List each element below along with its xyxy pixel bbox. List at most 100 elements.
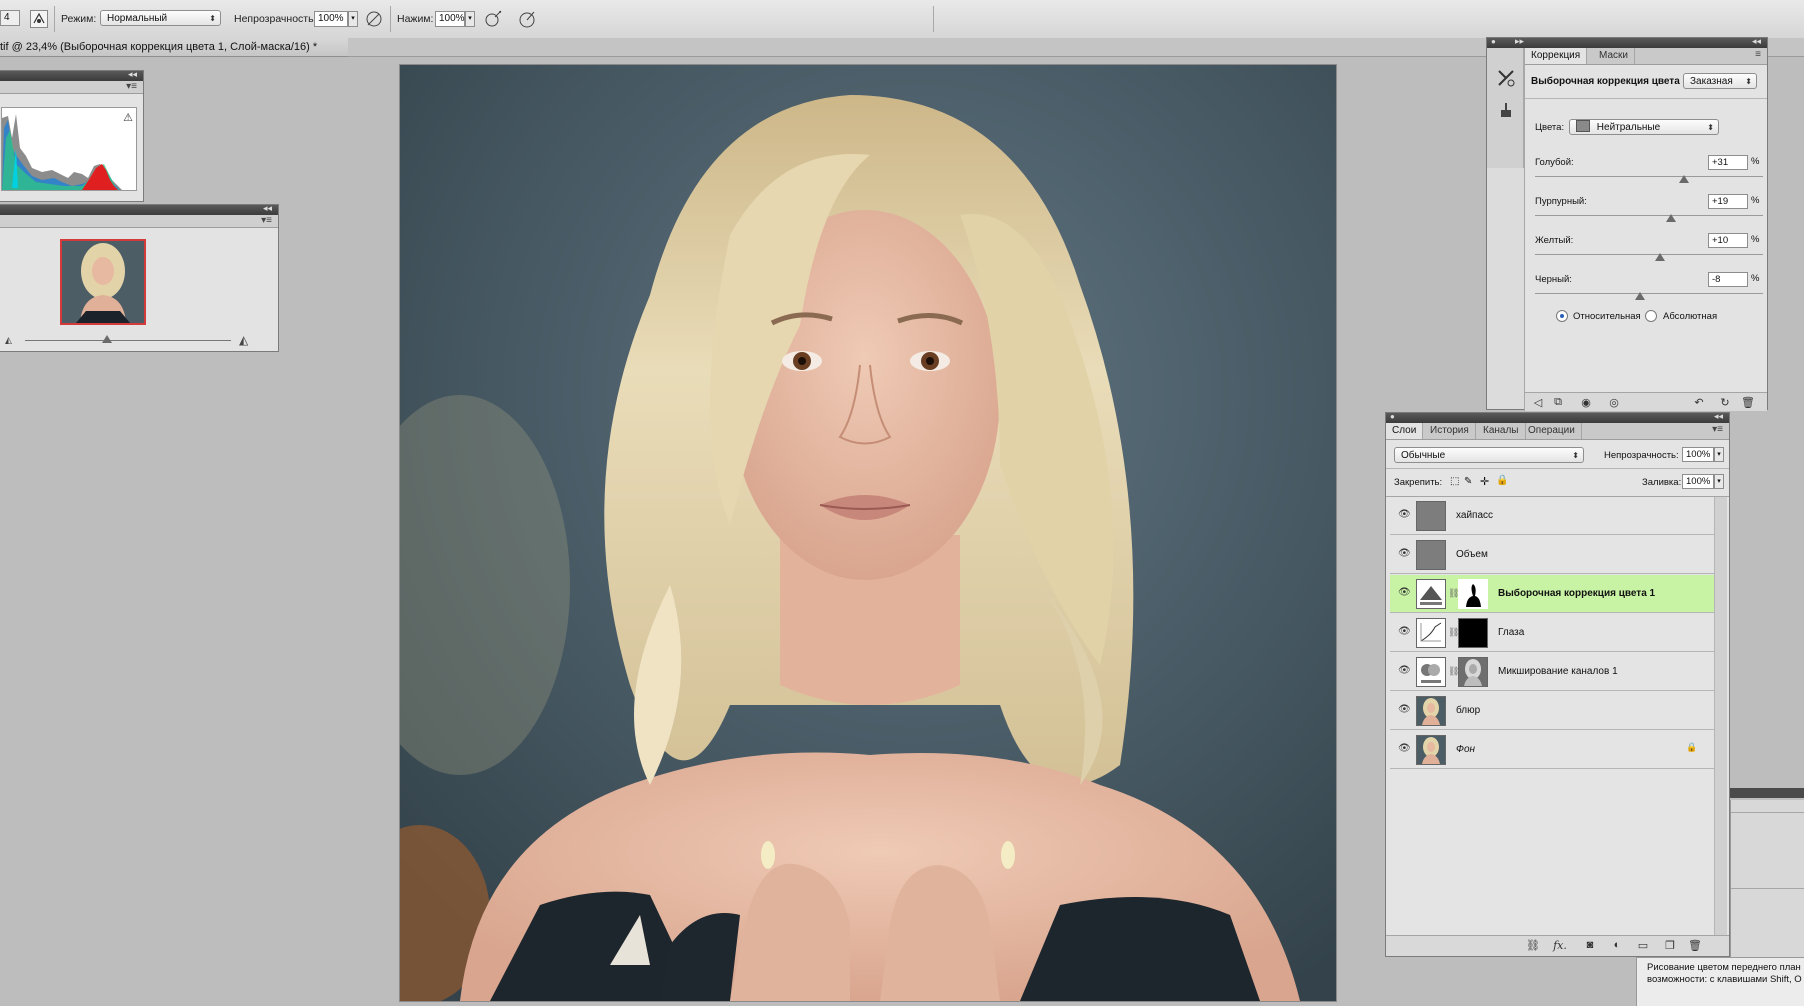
- visibility-circle-icon[interactable]: ◉: [1579, 396, 1593, 409]
- link-layers-icon[interactable]: ⛓: [1526, 939, 1540, 952]
- panel-header[interactable]: ◂◂: [0, 69, 143, 81]
- eye-icon[interactable]: 👁: [1398, 743, 1411, 754]
- delete-layer-icon[interactable]: 🗑: [1688, 939, 1702, 952]
- collapsed-panel: [1730, 800, 1804, 957]
- layers-bottom-bar: ⛓ fx. ◙ ◐ ▭ ❐ 🗑: [1386, 935, 1729, 956]
- layer-opacity-input[interactable]: 100%: [1682, 447, 1714, 462]
- layer-opacity-dropdown[interactable]: ▾: [1714, 447, 1724, 462]
- layer-row[interactable]: 👁 Фон 🔒: [1390, 731, 1716, 769]
- eye-icon[interactable]: 👁: [1398, 704, 1411, 715]
- airbrush-icon[interactable]: [483, 9, 503, 29]
- document-tab[interactable]: tif @ 23,4% (Выборочная коррекция цвета …: [0, 38, 348, 57]
- layer-mask-thumbnail[interactable]: [1458, 579, 1488, 609]
- navigator-thumbnail[interactable]: [60, 239, 146, 325]
- zoom-slider-thumb[interactable]: [102, 335, 112, 343]
- zoom-out-icon[interactable]: ◭: [5, 335, 12, 346]
- tools-icon[interactable]: [1496, 68, 1516, 88]
- slider-value-input[interactable]: +10: [1708, 233, 1748, 248]
- eye-icon[interactable]: 👁: [1398, 626, 1411, 637]
- colors-select[interactable]: Нейтральные ⬍: [1569, 119, 1719, 135]
- airbrush-opacity-icon[interactable]: [364, 9, 384, 29]
- panel-menu-icon[interactable]: ▾≡: [1712, 424, 1723, 435]
- slider-track[interactable]: [1535, 254, 1763, 255]
- trash-icon[interactable]: 🗑: [1741, 396, 1755, 409]
- radio-relative[interactable]: [1556, 310, 1568, 322]
- flow-input[interactable]: 100%: [435, 11, 465, 27]
- group-folder-icon[interactable]: ▭: [1636, 939, 1650, 952]
- expand-icon[interactable]: ▸▸: [1515, 36, 1524, 47]
- slider-track[interactable]: [1535, 215, 1763, 216]
- panel-close-icon[interactable]: ●: [1491, 37, 1496, 46]
- panel-header[interactable]: ◂◂: [0, 203, 278, 215]
- opacity-input[interactable]: 100%: [314, 11, 348, 27]
- panel-header[interactable]: ● ◂◂: [1386, 411, 1729, 423]
- flow-dropdown-button[interactable]: ▾: [465, 11, 475, 27]
- lock-brush-icon[interactable]: ✎: [1464, 476, 1472, 487]
- brush-size-box[interactable]: 4: [0, 10, 20, 26]
- slider-value-input[interactable]: +19: [1708, 194, 1748, 209]
- reset-icon[interactable]: ↻: [1718, 396, 1732, 409]
- lock-all-icon[interactable]: 🔒: [1496, 475, 1508, 486]
- eye-icon[interactable]: 👁: [1398, 548, 1411, 559]
- panel-menu-icon[interactable]: ▾≡: [126, 81, 137, 92]
- collapse-icon[interactable]: ◂◂: [1752, 36, 1761, 47]
- tab-channels[interactable]: Каналы: [1477, 423, 1526, 439]
- layer-mask-thumbnail[interactable]: [1458, 618, 1488, 648]
- opacity-dropdown-button[interactable]: ▾: [348, 11, 358, 27]
- fill-input[interactable]: 100%: [1682, 474, 1714, 489]
- panel-menu-icon[interactable]: ≡: [1755, 49, 1761, 60]
- brush-preset-icon[interactable]: [30, 10, 48, 28]
- panel-header[interactable]: ● ▸▸ ◂◂: [1487, 36, 1767, 48]
- slider-thumb[interactable]: [1665, 214, 1676, 222]
- layer-row[interactable]: 👁 ⛓ Выборочная коррекция цвета 1: [1390, 575, 1716, 613]
- slider-thumb[interactable]: [1655, 253, 1666, 261]
- slider-track[interactable]: [1535, 176, 1763, 177]
- canvas-image[interactable]: [400, 65, 1336, 1001]
- add-mask-icon[interactable]: ◙: [1583, 939, 1597, 951]
- tab-layers[interactable]: Слои: [1386, 423, 1424, 439]
- warning-icon[interactable]: ⚠: [123, 111, 133, 124]
- tab-correction[interactable]: Коррекция: [1525, 48, 1588, 64]
- preset-select[interactable]: Заказная ⬍: [1683, 73, 1757, 89]
- back-arrow-icon[interactable]: ◁: [1531, 396, 1545, 409]
- layer-row[interactable]: 👁 хайпасс: [1390, 497, 1716, 535]
- mode-select[interactable]: Нормальный ⬍: [100, 10, 221, 26]
- zoom-slider-track[interactable]: [25, 340, 231, 341]
- slider-value-input[interactable]: +31: [1708, 155, 1748, 170]
- lock-transparent-icon[interactable]: ⬚: [1450, 476, 1459, 487]
- tab-actions[interactable]: Операции: [1522, 423, 1582, 439]
- tablet-pressure-icon[interactable]: [517, 9, 537, 29]
- lock-move-icon[interactable]: ✛: [1480, 475, 1489, 488]
- slider-value-input[interactable]: -8: [1708, 272, 1748, 287]
- zoom-in-icon[interactable]: ◭: [239, 333, 248, 347]
- layers-scrollbar[interactable]: [1714, 497, 1727, 937]
- adjustment-layer-icon[interactable]: ◐: [1610, 939, 1624, 951]
- fx-icon[interactable]: fx.: [1553, 939, 1567, 952]
- previous-state-icon[interactable]: ↶: [1692, 396, 1706, 409]
- tab-history[interactable]: История: [1424, 423, 1476, 439]
- collapse-icon[interactable]: ◂◂: [1714, 411, 1723, 422]
- eye-icon[interactable]: 👁: [1398, 665, 1411, 676]
- radio-absolute[interactable]: [1645, 310, 1657, 322]
- collapsed-panel-header[interactable]: [1730, 788, 1804, 798]
- clone-icon[interactable]: [1496, 100, 1516, 120]
- layer-row[interactable]: 👁 блюр: [1390, 692, 1716, 730]
- layer-row[interactable]: 👁 ⛓ Микширование каналов 1: [1390, 653, 1716, 691]
- layer-row[interactable]: 👁 ⛓ Глаза: [1390, 614, 1716, 652]
- clip-layer-icon[interactable]: ⧉: [1551, 396, 1565, 409]
- fill-dropdown[interactable]: ▾: [1714, 474, 1724, 489]
- eye-icon[interactable]: ◎: [1607, 396, 1621, 409]
- slider-thumb[interactable]: [1679, 175, 1690, 183]
- new-layer-icon[interactable]: ❐: [1663, 939, 1677, 952]
- eye-icon[interactable]: 👁: [1398, 587, 1411, 598]
- blend-mode-select[interactable]: Обычные ⬍: [1394, 447, 1584, 463]
- slider-thumb[interactable]: [1634, 292, 1645, 300]
- tab-masks[interactable]: Маски: [1593, 48, 1635, 64]
- panel-close-icon[interactable]: ●: [1390, 412, 1395, 421]
- layer-mask-thumbnail[interactable]: [1458, 657, 1488, 687]
- eye-icon[interactable]: 👁: [1398, 509, 1411, 520]
- slider-track[interactable]: [1535, 293, 1763, 294]
- panel-menu-icon[interactable]: ▾≡: [261, 215, 272, 226]
- layer-name: блюр: [1456, 705, 1481, 716]
- layer-row[interactable]: 👁 Объем: [1390, 536, 1716, 574]
